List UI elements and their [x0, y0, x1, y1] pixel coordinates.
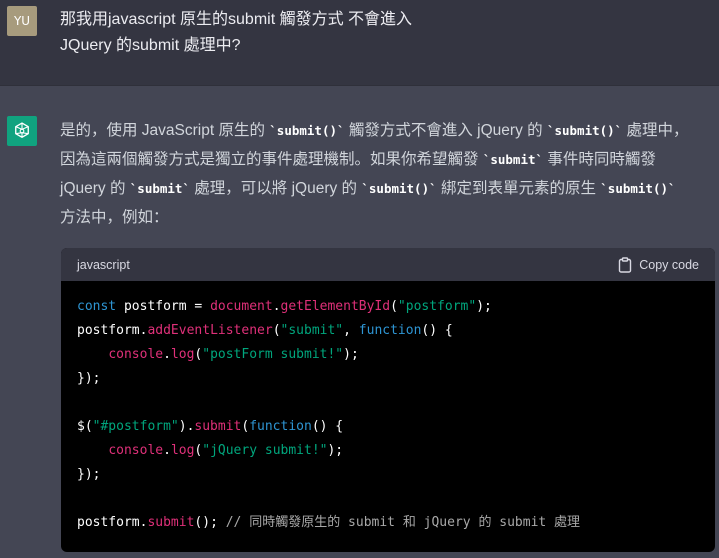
code-line: });	[77, 467, 101, 482]
code-line: console.log("jQuery submit!");	[108, 443, 344, 458]
code-line: });	[77, 371, 101, 386]
copy-code-button[interactable]: Copy code	[618, 256, 699, 273]
code-line: const postform = document.getElementById…	[77, 299, 492, 314]
code-line: postform.submit(); // 同時觸發原生的 submit 和 j…	[77, 515, 581, 530]
code-line: $("#postform").submit(function() {	[77, 419, 344, 434]
code-line: console.log("postForm submit!");	[108, 347, 359, 362]
code-language-label: javascript	[77, 257, 130, 272]
code-body: const postform = document.getElementById…	[61, 281, 715, 535]
user-message-row: YU 那我用javascript 原生的submit 觸發方式 不會進入 JQu…	[0, 0, 719, 86]
copy-code-label: Copy code	[639, 257, 699, 272]
openai-logo-icon	[15, 122, 29, 138]
inline-code: `submit()`	[546, 123, 623, 138]
answer-line: 方法中，例如：	[60, 209, 169, 226]
user-message-line: JQuery 的submit 處理中?	[60, 37, 241, 54]
clipboard-icon	[619, 256, 632, 273]
answer-line: 因為這兩個觸發方式是獨立的事件處理機制。如果你希望觸發 `submit` 事件時…	[60, 151, 656, 168]
code-block: javascript Copy code const postform = do…	[61, 248, 715, 552]
user-avatar: YU	[7, 6, 37, 36]
answer-line: jQuery 的 `submit` 處理，可以將 jQuery 的 `submi…	[60, 180, 676, 197]
assistant-avatar	[7, 116, 37, 146]
inline-code: `submit()`	[269, 123, 345, 138]
inline-code: `submit`	[482, 152, 544, 167]
inline-code: `submit()`	[361, 181, 437, 196]
answer-line: 是的，使用 JavaScript 原生的 `submit()` 觸發方式不會進入…	[60, 122, 689, 139]
inline-code: `submit`	[129, 181, 190, 196]
code-header: javascript Copy code	[61, 248, 715, 281]
user-message: 那我用javascript 原生的submit 觸發方式 不會進入 JQuery…	[60, 7, 680, 59]
code-line: postform.addEventListener("submit", func…	[77, 323, 453, 338]
user-message-line: 那我用javascript 原生的submit 觸發方式 不會進入	[60, 11, 413, 28]
assistant-answer: 是的，使用 JavaScript 原生的 `submit()` 觸發方式不會進入…	[60, 116, 715, 232]
inline-code: `submit()`	[600, 181, 676, 196]
assistant-message-row: 是的，使用 JavaScript 原生的 `submit()` 觸發方式不會進入…	[0, 86, 719, 558]
